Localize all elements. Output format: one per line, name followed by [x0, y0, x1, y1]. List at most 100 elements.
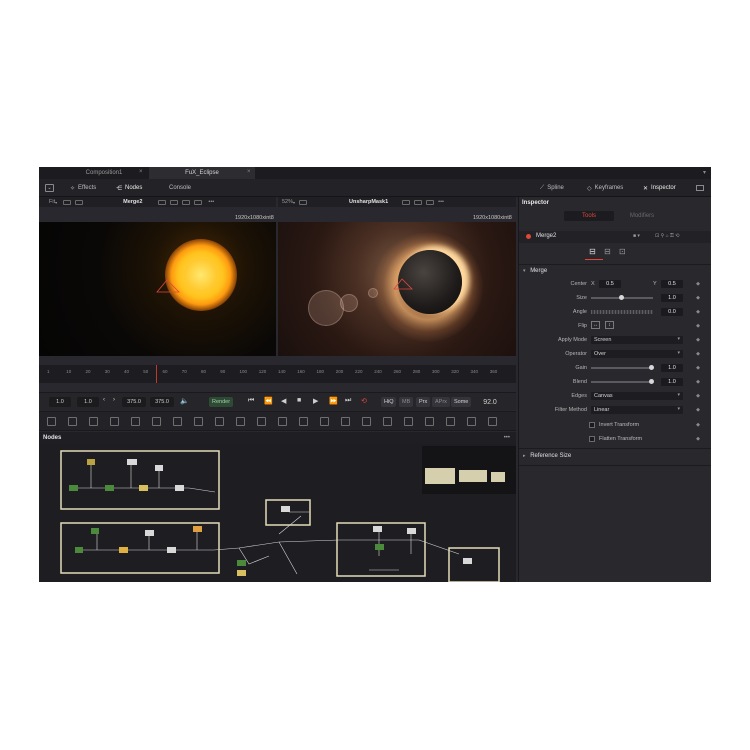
nodes-button[interactable]: ⋲ Nodes	[116, 179, 142, 197]
blur-tool-icon[interactable]	[320, 417, 329, 426]
node-graph[interactable]	[39, 444, 516, 582]
tracker-tool-icon[interactable]	[404, 417, 413, 426]
view-mode-icon[interactable]	[63, 199, 72, 205]
guides-icon[interactable]	[426, 199, 435, 205]
tab-composition1[interactable]: Composition1	[61, 167, 147, 179]
blend-field[interactable]: 1.0	[661, 378, 683, 386]
lut-icon[interactable]	[170, 199, 179, 205]
ellipse-tool-icon[interactable]	[215, 417, 224, 426]
close-icon[interactable]: ×	[247, 169, 251, 175]
keyframe-icon[interactable]: ◆	[696, 393, 700, 399]
keyframe-icon[interactable]: ◆	[696, 351, 700, 357]
transform-tool-icon[interactable]	[341, 417, 350, 426]
section-merge[interactable]: ▾ Merge	[523, 268, 547, 274]
background-tool-icon[interactable]	[47, 417, 56, 426]
tab-modifiers[interactable]: Modifiers	[617, 211, 667, 221]
guides-icon[interactable]	[182, 199, 191, 205]
play-icon[interactable]: ▶	[313, 397, 318, 405]
tab-tools[interactable]: Tools	[564, 211, 614, 221]
stop-icon[interactable]: ■	[297, 397, 301, 404]
zoom-dropdown[interactable]: 52%	[282, 199, 293, 205]
gain-field[interactable]: 1.0	[661, 364, 683, 372]
tool-header[interactable]: Merge2 ■ ▾ ⊡ ⚲ ⌂ ⚿ ⟲	[519, 231, 711, 243]
operator-dropdown[interactable]: Over ▾	[591, 350, 683, 358]
tool-color-dropdown[interactable]: ■ ▾	[633, 233, 640, 239]
current-frame-field[interactable]: 92.0	[475, 397, 505, 407]
gain-slider-handle[interactable]	[649, 365, 654, 370]
keyframe-icon[interactable]: ◆	[696, 281, 700, 287]
render-start-field[interactable]: 1.0	[77, 397, 99, 407]
keyframe-icon[interactable]: ◆	[696, 295, 700, 301]
center-y-field[interactable]: 0.5	[661, 280, 683, 288]
settings-icon[interactable]: ⊟	[604, 247, 611, 256]
flatten-transform-checkbox[interactable]	[589, 436, 595, 442]
merge-controls-icon[interactable]: ⊟	[589, 247, 596, 256]
keyframe-icon[interactable]: ◆	[696, 379, 700, 385]
inspector-button[interactable]: ✕ Inspector	[643, 179, 676, 197]
3d-tool-icon[interactable]	[467, 417, 476, 426]
edges-dropdown[interactable]: Canvas ▾	[591, 392, 683, 400]
filter-method-dropdown[interactable]: Linear ▾	[591, 406, 683, 414]
particles-tool-icon[interactable]	[152, 417, 161, 426]
go-to-start-icon[interactable]: ⏮	[248, 397, 254, 405]
polygon-tool-icon[interactable]	[173, 417, 182, 426]
channel-icon[interactable]	[402, 199, 411, 205]
playhead[interactable]	[156, 365, 157, 383]
monitor-button[interactable]	[696, 179, 704, 197]
paint-tool-icon[interactable]	[68, 417, 77, 426]
overlay-icon[interactable]	[194, 199, 203, 205]
keyframe-icon[interactable]: ◆	[696, 407, 700, 413]
tab-fux-eclipse[interactable]: FuX_Eclipse	[149, 167, 255, 179]
rectangle-tool-icon[interactable]	[362, 417, 371, 426]
spline-button[interactable]: ⟋ Spline	[540, 179, 564, 197]
image-tool-icon[interactable]	[89, 417, 98, 426]
mb-button[interactable]: MB	[399, 397, 414, 407]
keyframe-icon[interactable]: ◆	[696, 365, 700, 371]
keyframe-icon[interactable]: ◆	[696, 309, 700, 315]
hiq-button[interactable]: HiQ	[381, 397, 397, 407]
keyframe-icon[interactable]: ◆	[696, 337, 700, 343]
merge-tab-icons[interactable]: ⊟ ⊟ ⊡	[589, 247, 626, 256]
channel-tool-icon[interactable]	[278, 417, 287, 426]
view-mode-icon[interactable]	[299, 199, 308, 205]
fast-forward-icon[interactable]: ⏩	[329, 397, 338, 405]
color-tool-icon[interactable]	[299, 417, 308, 426]
apply-mode-dropdown[interactable]: Screen ▾	[591, 336, 683, 344]
close-icon[interactable]: ×	[139, 169, 143, 175]
drop-tool-icon[interactable]	[236, 417, 245, 426]
gain-slider[interactable]	[591, 367, 653, 369]
render-button[interactable]: Render	[209, 397, 234, 407]
expand-button[interactable]: ⌄	[45, 179, 54, 197]
viewer-left-image[interactable]	[39, 222, 276, 356]
more-icon[interactable]: •••	[208, 199, 214, 205]
time-ruler[interactable]: 1 10 20 30 40 50 60 70 80 90 100 120 140 160 180 200 220…	[39, 365, 516, 383]
keyframe-icon[interactable]: ◆	[696, 323, 700, 329]
render-end-field[interactable]: 375.0	[122, 397, 146, 407]
blend-slider[interactable]	[591, 381, 653, 383]
roi-icon[interactable]	[158, 199, 167, 205]
keyframes-button[interactable]: ◇ Keyframes	[587, 179, 623, 197]
go-to-end-icon[interactable]: ⏭	[345, 397, 351, 405]
loop-icon[interactable]: ⟲	[361, 397, 367, 405]
circle-tool-icon[interactable]	[383, 417, 392, 426]
misc-tool-icon[interactable]	[488, 417, 497, 426]
angle-dial[interactable]	[591, 310, 653, 314]
aprx-button[interactable]: APrx	[432, 397, 450, 407]
global-end-field[interactable]: 375.0	[150, 397, 174, 407]
play-reverse-icon[interactable]: ◀	[281, 397, 286, 405]
size-slider-handle[interactable]	[619, 295, 624, 300]
angle-field[interactable]: 0.0	[661, 308, 683, 316]
keyframe-icon[interactable]: ◆	[696, 422, 700, 428]
channel-icon[interactable]	[75, 199, 84, 205]
rewind-icon[interactable]: ⏪	[264, 397, 273, 405]
flip-horizontal-icon[interactable]: ↔	[591, 321, 600, 329]
section-reference-size[interactable]: ▸ Reference Size	[523, 453, 571, 459]
step-back-icon[interactable]: ‹	[103, 397, 105, 403]
some-button[interactable]: Some	[451, 397, 472, 407]
console-button[interactable]: Console	[169, 179, 191, 197]
step-forward-icon[interactable]: ›	[113, 397, 115, 403]
lut-icon[interactable]	[414, 199, 423, 205]
blend-slider-handle[interactable]	[649, 379, 654, 384]
center-x-field[interactable]: 0.5	[599, 280, 621, 288]
viewer-right-image[interactable]	[278, 222, 516, 356]
